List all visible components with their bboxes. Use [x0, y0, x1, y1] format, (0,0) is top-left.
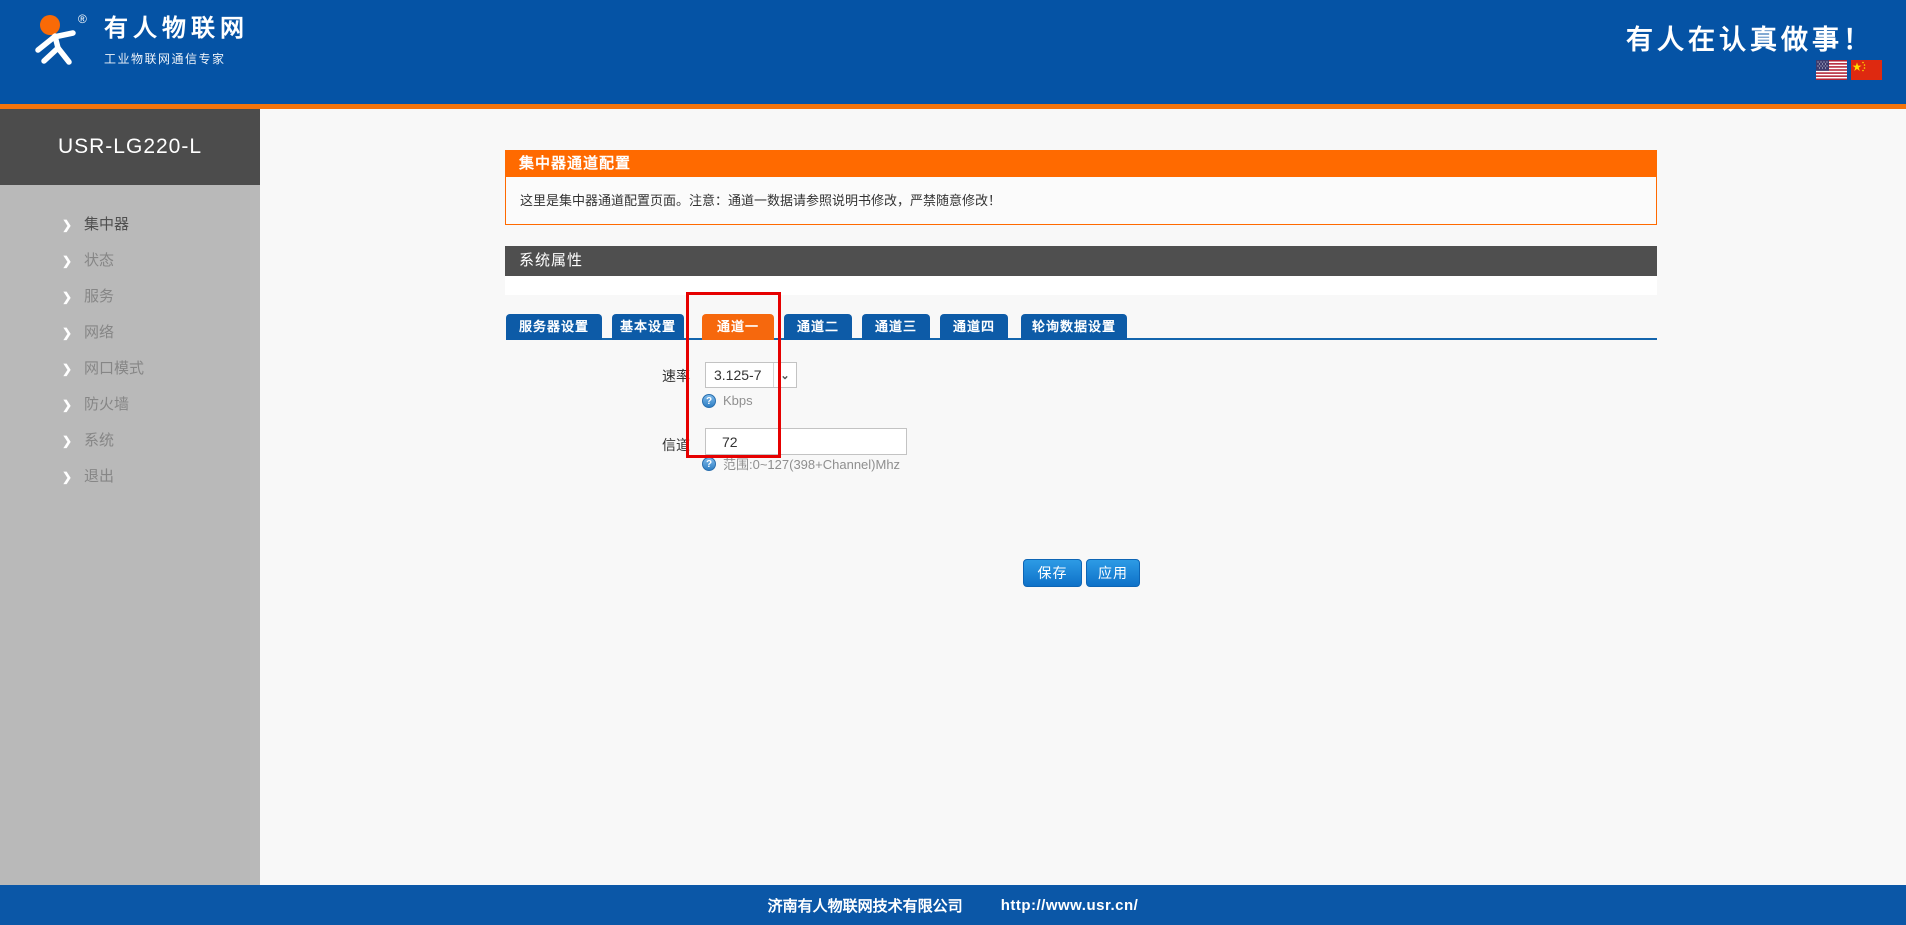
tab-basic-settings[interactable]: 基本设置 [612, 314, 684, 340]
us-flag-icon[interactable] [1816, 60, 1847, 80]
sidebar-item-network[interactable]: ❯ 网络 [0, 315, 260, 351]
save-button[interactable]: 保存 [1023, 559, 1082, 587]
sidebar: USR-LG220-L ❯ 集中器 ❯ 状态 ❯ 服务 ❯ 网络 ❯ 网口模式 [0, 109, 260, 885]
footer-url-link[interactable]: http://www.usr.cn/ [1001, 897, 1139, 914]
footer-company: 济南有人物联网技术有限公司 [767, 897, 963, 915]
rate-hint-text: Kbps [723, 393, 753, 408]
rate-select[interactable]: 3.125-7 ⌄ [705, 362, 797, 388]
chevron-right-icon: ❯ [62, 326, 73, 340]
sidebar-item-port-mode[interactable]: ❯ 网口模式 [0, 351, 260, 387]
footer-bar: 济南有人物联网技术有限公司 http://www.usr.cn/ [0, 885, 1906, 925]
tab-bar: 服务器设置 基本设置 通道一 通道二 通道三 通道四 轮询数据设置 [506, 314, 1657, 340]
brand-title: 有人物联网 [104, 14, 249, 42]
rate-hint: ? Kbps [702, 393, 753, 408]
chevron-right-icon: ❯ [62, 218, 73, 232]
sidebar-item-system[interactable]: ❯ 系统 [0, 423, 260, 459]
tab-server-settings[interactable]: 服务器设置 [506, 314, 602, 340]
sidebar-item-concentrator[interactable]: ❯ 集中器 [0, 207, 260, 243]
panel-note: 这里是集中器通道配置页面。注意：通道一数据请参照说明书修改，严禁随意修改！ [505, 177, 1657, 225]
sidebar-item-status[interactable]: ❯ 状态 [0, 243, 260, 279]
tab-channel-3[interactable]: 通道三 [862, 314, 930, 340]
brand-subtitle: 工业物联网通信专家 [104, 51, 226, 66]
apply-button[interactable]: 应用 [1086, 559, 1140, 587]
device-title: USR-LG220-L [0, 109, 260, 185]
brand-text: 有人物联网 工业物联网通信专家 [104, 14, 249, 67]
brand-area: ® 有人物联网 工业物联网通信专家 [28, 10, 249, 70]
usr-person-logo-icon: ® [35, 12, 87, 65]
chevron-down-icon: ⌄ [780, 369, 790, 382]
section-title-bar: 系统属性 [505, 246, 1657, 276]
tab-polling-data-settings[interactable]: 轮询数据设置 [1021, 314, 1127, 340]
page: ® 有人物联网 工业物联网通信专家 有人在认真做事！ USR-LG220-L ❯… [0, 0, 1906, 925]
chevron-right-icon: ❯ [62, 362, 73, 376]
top-header-bar: ® 有人物联网 工业物联网通信专家 有人在认真做事！ [0, 0, 1906, 109]
section-divider [505, 276, 1657, 295]
sidebar-nav: ❯ 集中器 ❯ 状态 ❯ 服务 ❯ 网络 ❯ 网口模式 ❯ 防火墙 ❯ 系统 ❯… [0, 185, 260, 495]
rate-label: 速率 [662, 368, 690, 384]
tab-channel-1[interactable]: 通道一 [702, 314, 774, 340]
sidebar-item-logout[interactable]: ❯ 退出 [0, 459, 260, 495]
sidebar-item-firewall[interactable]: ❯ 防火墙 [0, 387, 260, 423]
panel-title-bar: 集中器通道配置 [505, 150, 1657, 177]
channel-hint-text: 范围:0~127(398+Channel)Mhz [723, 457, 901, 472]
chevron-right-icon: ❯ [62, 290, 73, 304]
tab-channel-2[interactable]: 通道二 [784, 314, 852, 340]
chevron-right-icon: ❯ [62, 398, 73, 412]
chevron-right-icon: ❯ [62, 470, 73, 484]
chevron-right-icon: ❯ [62, 434, 73, 448]
chevron-right-icon: ❯ [62, 254, 73, 268]
sidebar-item-service[interactable]: ❯ 服务 [0, 279, 260, 315]
main-panel: 集中器通道配置 这里是集中器通道配置页面。注意：通道一数据请参照说明书修改，严禁… [505, 150, 1657, 620]
help-icon: ? [702, 456, 716, 471]
help-icon: ? [702, 393, 716, 408]
tab-channel-4[interactable]: 通道四 [940, 314, 1008, 340]
channel-hint: ? 范围:0~127(398+Channel)Mhz [702, 454, 900, 473]
slogan-text: 有人在认真做事！ [1626, 25, 1874, 55]
channel-input[interactable] [705, 428, 907, 455]
channel-label: 信道 [662, 437, 690, 453]
registered-mark: ® [78, 12, 87, 26]
rate-select-value: 3.125-7 [706, 363, 774, 387]
cn-flag-icon[interactable] [1851, 60, 1882, 80]
language-flags [1816, 60, 1882, 80]
